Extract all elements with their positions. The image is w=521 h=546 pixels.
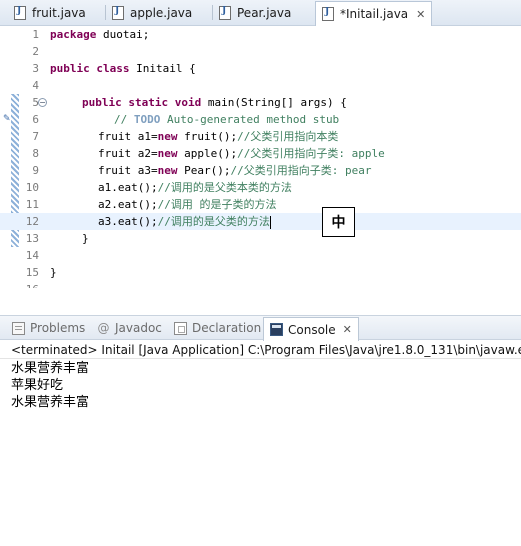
tab-initail-java[interactable]: *Initail.java ✕ <box>315 1 433 26</box>
code-line: 1 package duotai; <box>0 26 521 43</box>
code-line: 2 <box>0 43 521 60</box>
tab-declaration[interactable]: Declaration <box>174 317 261 339</box>
fold-minus-icon[interactable]: − <box>38 98 47 107</box>
close-icon[interactable]: ✕ <box>416 8 425 21</box>
code-line: 11 a2.eat();//调用 的是子类的方法 <box>0 196 521 213</box>
tab-pear-java[interactable]: Pear.java <box>219 1 291 25</box>
code-line: 9 fruit a3=new Pear();//父类引用指向子类: pear <box>0 162 521 179</box>
code-line: 10 a1.eat();//调用的是父类本类的方法 <box>0 179 521 196</box>
code-line: 13 } <box>0 230 521 247</box>
code-line: 16 <box>0 281 521 288</box>
line-number: 4 <box>32 79 39 92</box>
console-line: 水果营养丰富 <box>11 395 90 410</box>
console-status: <terminated> Initail [Java Application] … <box>0 341 521 359</box>
tab-label: Console <box>288 322 336 337</box>
line-number: 5 <box>32 96 39 109</box>
ime-mode-indicator: 中 <box>322 207 355 237</box>
java-file-icon <box>322 7 334 21</box>
declaration-icon <box>174 321 187 335</box>
views-tab-bar: Problems @ Javadoc Declaration Console ✕ <box>0 315 521 341</box>
console-line: 水果营养丰富 <box>11 361 90 376</box>
tab-label: fruit.java <box>32 6 86 20</box>
line-number: 11 <box>25 198 39 211</box>
console-output[interactable]: 水果营养丰富 苹果好吃 水果营养丰富 <box>11 360 89 411</box>
tab-label: Javadoc <box>115 321 162 335</box>
code-line: 15 } <box>0 264 521 281</box>
code-line: 6 // TODO Auto-generated method stub <box>0 111 521 128</box>
code-line: 14 <box>0 247 521 264</box>
line-number: 2 <box>32 45 39 58</box>
code-editor[interactable]: ✎ 1 package duotai; 2 3 public class Ini… <box>0 26 521 288</box>
line-number: 10 <box>25 181 39 194</box>
tab-javadoc[interactable]: @ Javadoc <box>97 317 162 339</box>
line-number: 9 <box>32 164 39 177</box>
java-file-icon <box>112 6 124 20</box>
tab-fruit-java[interactable]: fruit.java <box>14 1 86 25</box>
code-line: 7 fruit a1=new fruit();//父类引用指向本类 <box>0 128 521 145</box>
tab-console[interactable]: Console ✕ <box>263 317 359 341</box>
console-icon <box>270 323 283 336</box>
line-number: 7 <box>32 130 39 143</box>
java-file-icon <box>219 6 231 20</box>
code-line-current: 12 a3.eat();//调用的是父类的方法 <box>0 213 521 230</box>
editor-tab-bar: fruit.java apple.java Pear.java *Initail… <box>0 0 521 26</box>
close-icon[interactable]: ✕ <box>343 323 352 336</box>
line-number: 6 <box>32 113 39 126</box>
line-number: 16 <box>22 281 39 288</box>
code-line: 5 − public static void main(String[] arg… <box>0 94 521 111</box>
line-number: 15 <box>25 266 39 279</box>
line-number: 8 <box>32 147 39 160</box>
line-number: 3 <box>32 62 39 75</box>
line-number: 13 <box>25 232 39 245</box>
console-line: 苹果好吃 <box>11 378 64 393</box>
tab-label: Pear.java <box>237 6 292 20</box>
code-line: 3 public class Initail { <box>0 60 521 77</box>
tab-problems[interactable]: Problems <box>12 317 85 339</box>
java-file-icon <box>14 6 26 20</box>
code-line: 4 <box>0 77 521 94</box>
problems-icon <box>12 321 25 335</box>
text-cursor <box>269 215 271 229</box>
line-number: 12 <box>25 215 39 228</box>
tab-label: Problems <box>30 321 86 335</box>
line-number: 1 <box>32 28 39 41</box>
code-line: 8 fruit a2=new apple();//父类引用指向子类: apple <box>0 145 521 162</box>
tab-apple-java[interactable]: apple.java <box>112 1 192 25</box>
tab-label: apple.java <box>130 6 193 20</box>
javadoc-icon: @ <box>97 320 110 335</box>
tab-label: *Initail.java <box>340 7 409 21</box>
tab-label: Declaration <box>192 321 262 335</box>
line-number: 14 <box>25 249 39 262</box>
